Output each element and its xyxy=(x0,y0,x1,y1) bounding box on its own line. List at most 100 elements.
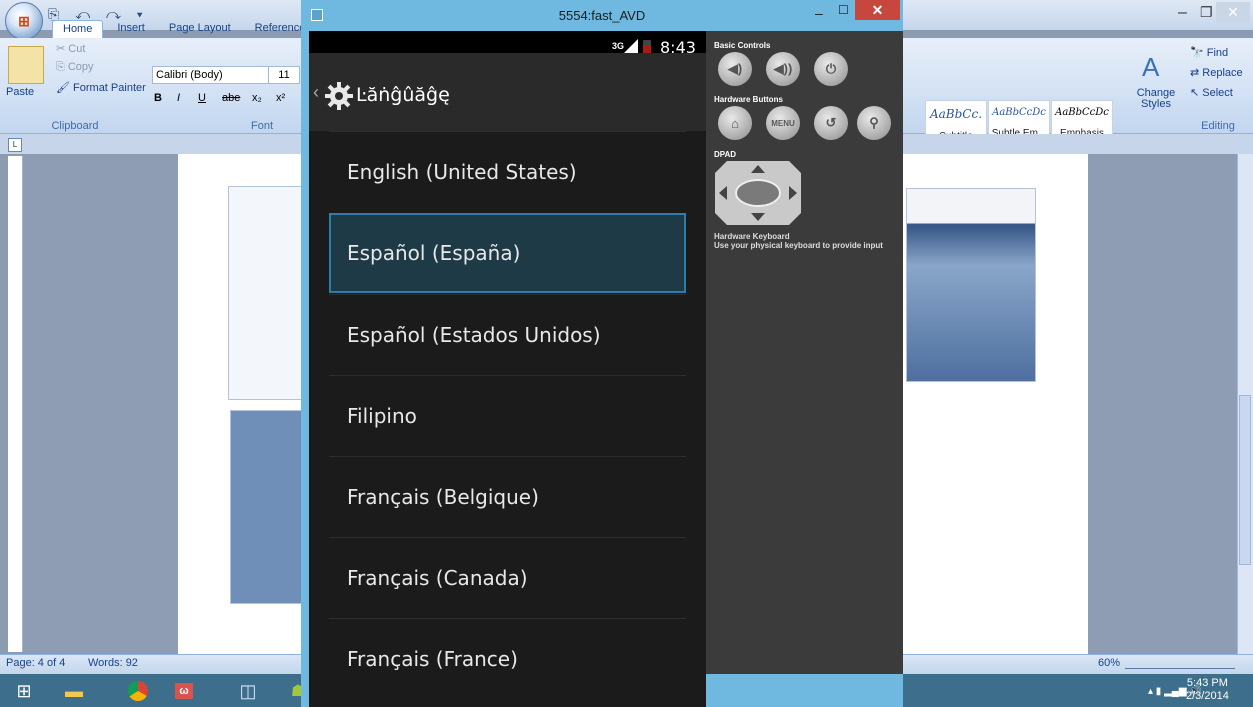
tray-time: 5:43 PM xyxy=(1186,677,1228,689)
home-icon: ⌂ xyxy=(731,115,739,131)
dpad-control[interactable] xyxy=(715,161,801,225)
power-icon: ⏻ xyxy=(825,61,837,76)
office-button[interactable]: ⊞ xyxy=(5,2,43,40)
back-chevron-icon[interactable]: ‹ xyxy=(313,82,319,103)
replace-icon: ⇄ xyxy=(1190,67,1203,79)
emulator-close-button[interactable]: ✕ xyxy=(855,0,900,20)
embedded-screenshot-image xyxy=(906,188,1036,382)
explorer-taskbar-button[interactable]: ▬ xyxy=(54,677,94,705)
language-label: Español (Estados Unidos) xyxy=(347,323,601,347)
list-item[interactable]: Français (Canada) xyxy=(329,537,686,617)
settings-gear-icon[interactable] xyxy=(323,80,355,112)
find-label: Find xyxy=(1206,47,1229,59)
copy-icon: ⎘ xyxy=(56,61,68,73)
superscript-button[interactable]: x² xyxy=(276,92,285,104)
basic-controls-heading: Basic Controls xyxy=(714,41,771,50)
list-item[interactable]: Filipino xyxy=(329,375,686,455)
language-label: English (United States) xyxy=(347,160,577,184)
back-button[interactable]: ↺ xyxy=(814,106,848,140)
style-preview: AaBbCcDc xyxy=(1055,107,1109,118)
word-minimize-button[interactable]: – xyxy=(1178,4,1187,22)
paste-icon[interactable] xyxy=(8,46,44,84)
format-painter-label: Format Painter xyxy=(73,82,146,94)
underline-button[interactable]: U xyxy=(198,92,206,104)
emulator-minimize-button[interactable]: – xyxy=(815,5,823,21)
menu-button[interactable]: MENU xyxy=(766,106,800,140)
chrome-icon xyxy=(128,681,148,701)
folder-icon: ▬ xyxy=(65,680,83,701)
cut-label: Cut xyxy=(68,43,86,55)
hardware-keyboard-heading: Hardware Keyboard xyxy=(714,232,790,241)
cube-icon: ◫ xyxy=(239,680,257,701)
list-item[interactable]: Español (Estados Unidos) xyxy=(329,294,686,374)
word-close-button[interactable]: ✕ xyxy=(1216,2,1250,22)
tab-insert[interactable]: Insert xyxy=(107,20,155,38)
paste-button[interactable]: Paste xyxy=(6,86,34,98)
bold-button[interactable]: B xyxy=(154,92,162,104)
volume-down-button[interactable]: ◀) xyxy=(718,52,752,86)
list-item[interactable]: Français (Belgique) xyxy=(329,456,686,536)
network-type: 3G xyxy=(612,41,625,51)
ribbon-tabs: Home Insert Page Layout Reference xyxy=(52,20,315,38)
scissors-icon: ✂ xyxy=(56,43,69,55)
subscript-button[interactable]: x₂ xyxy=(252,92,262,104)
back-arrow-icon: ↺ xyxy=(825,115,837,130)
style-preview: AaBbCc. xyxy=(929,107,983,121)
app-icon: ω xyxy=(175,683,193,699)
page-count[interactable]: Page: 4 of 4 xyxy=(6,657,65,669)
zoom-level[interactable]: 60% xyxy=(1098,657,1120,669)
list-item-selected[interactable]: Español (España) xyxy=(329,213,686,293)
tab-home[interactable]: Home xyxy=(52,20,104,38)
volume-up-button[interactable]: ◀)) xyxy=(766,52,800,86)
language-label: Français (Canada) xyxy=(347,566,528,590)
embedded-screenshot-image xyxy=(228,186,302,400)
change-styles-button[interactable]: Change Styles xyxy=(1136,88,1176,110)
replace-label: Replace xyxy=(1202,67,1243,79)
language-label: Español (España) xyxy=(347,241,521,265)
zoom-slider[interactable] xyxy=(1125,660,1235,669)
search-icon: ⚲ xyxy=(869,115,879,130)
windows-icon: ⊞ xyxy=(16,680,32,701)
style-preview: AaBbCcDc xyxy=(992,107,1046,118)
word-count[interactable]: Words: 92 xyxy=(88,657,138,669)
emulator-window-title: 5554:fast_AVD xyxy=(558,8,646,23)
dpad-heading: DPAD xyxy=(714,150,737,159)
chrome-taskbar-button[interactable] xyxy=(118,677,158,705)
find-button[interactable]: 🔭 Find xyxy=(1190,46,1228,59)
app-taskbar-button[interactable]: ω xyxy=(164,677,204,705)
virtualbox-taskbar-button[interactable]: ◫ xyxy=(228,677,268,705)
vertical-ruler xyxy=(8,156,23,652)
select-label: Select xyxy=(1202,87,1233,99)
strikethrough-button[interactable]: abe xyxy=(222,92,240,104)
power-button[interactable]: ⏻ xyxy=(814,52,848,86)
tray-clock[interactable]: 5:43 PM 2/3/2014 xyxy=(1186,677,1229,703)
font-group-label: Font xyxy=(250,120,273,132)
font-name-select[interactable]: Calibri (Body) xyxy=(152,66,269,84)
volume-down-icon: ◀) xyxy=(727,61,743,76)
embedded-screenshot-image xyxy=(230,410,302,604)
copy-button[interactable]: ⎘ Copy xyxy=(56,61,94,74)
select-arrow-icon: ↖ xyxy=(1190,87,1203,99)
word-maximize-button[interactable]: ❐ xyxy=(1200,4,1213,21)
tab-selector[interactable]: L xyxy=(8,138,22,152)
clipboard-group-label: Clipboard xyxy=(51,120,99,132)
language-label: Français (France) xyxy=(347,647,518,671)
format-painter-button[interactable]: 🖌 Format Painter xyxy=(56,81,146,94)
emulator-maximize-button[interactable]: ☐ xyxy=(838,3,849,17)
cut-button[interactable]: ✂ Cut xyxy=(56,42,85,55)
font-size-select[interactable]: 11 xyxy=(268,66,300,84)
list-item[interactable]: Français (France) xyxy=(329,618,686,698)
scrollbar-thumb[interactable] xyxy=(1239,395,1251,565)
tab-page-layout[interactable]: Page Layout xyxy=(159,20,241,38)
home-button[interactable]: ⌂ xyxy=(718,106,752,140)
volume-up-icon: ◀)) xyxy=(773,61,793,76)
italic-button[interactable]: I xyxy=(177,92,180,104)
replace-button[interactable]: ⇄ Replace xyxy=(1190,66,1243,79)
search-button[interactable]: ⚲ xyxy=(857,106,891,140)
start-button[interactable]: ⊞ xyxy=(4,677,44,705)
select-button[interactable]: ↖ Select xyxy=(1190,86,1233,99)
list-item[interactable]: English (United States) xyxy=(329,131,686,211)
copy-label: Copy xyxy=(67,61,94,73)
signal-icon xyxy=(624,39,638,53)
action-bar-title: Ŀăṅĝûăĝę xyxy=(356,84,450,106)
